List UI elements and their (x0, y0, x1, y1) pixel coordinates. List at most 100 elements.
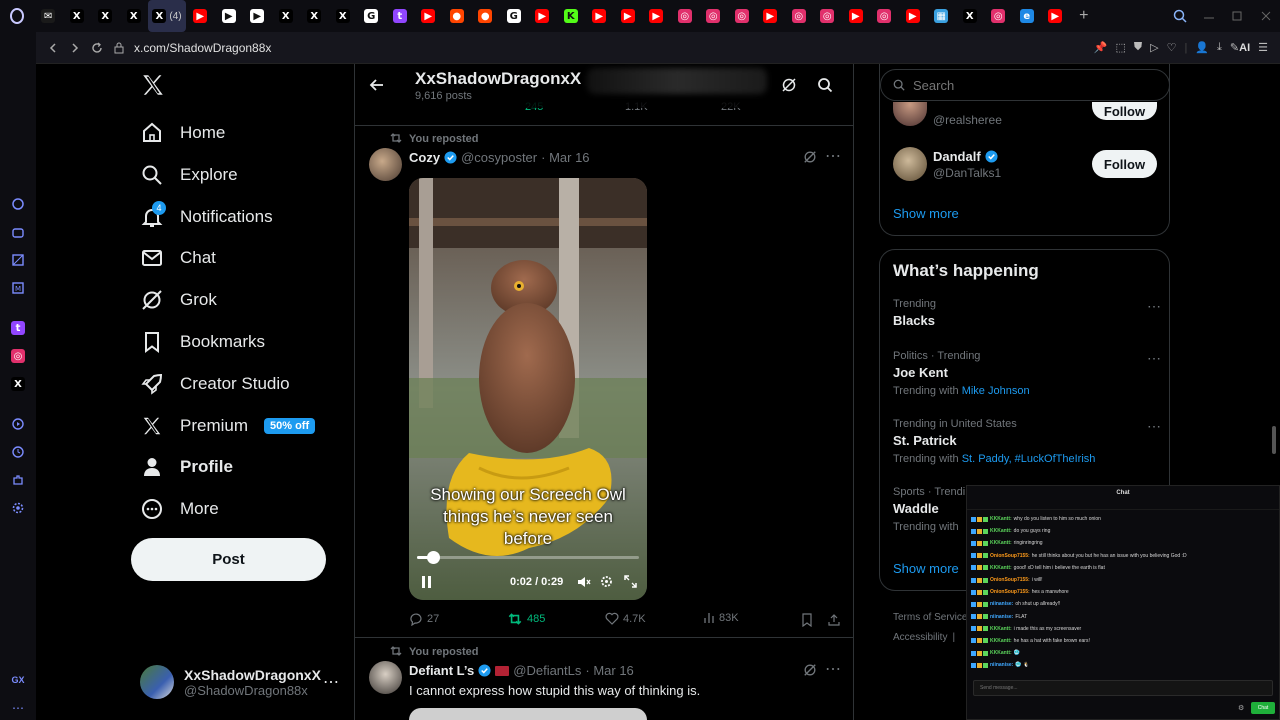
post-button[interactable]: Post (131, 538, 326, 581)
nav-item-explore[interactable]: Explore (140, 155, 238, 195)
trend-item[interactable]: Trending in United States St. Patrick Tren… (893, 418, 1163, 465)
gx-icon[interactable]: GX (0, 666, 36, 694)
browser-tab[interactable]: t (386, 0, 415, 32)
author-name[interactable]: Cozy (409, 150, 440, 165)
new-tab-button[interactable]: + (1070, 0, 1099, 32)
settings-gear-icon[interactable] (600, 575, 613, 588)
chat-username[interactable]: niinanise: (990, 601, 1013, 607)
browser-tab[interactable]: ◎ (699, 0, 728, 32)
notes-icon[interactable] (0, 246, 36, 274)
chat-username[interactable]: KKKantt: (990, 565, 1012, 571)
trend-with-link[interactable]: St. Paddy, #LuckOfTheIrish (962, 453, 1096, 465)
browser-tab[interactable]: ▦ (927, 0, 956, 32)
chat-username[interactable]: KKKantt: (990, 626, 1012, 632)
trend-with-link[interactable]: Mike Johnson (962, 385, 1030, 397)
chat-username[interactable]: KKKantt: (990, 638, 1012, 644)
browser-tab[interactable]: ● (443, 0, 472, 32)
trend-more-icon[interactable]: ⋯ (1147, 350, 1161, 367)
browser-tab[interactable]: ◎ (870, 0, 899, 32)
chat-send-button[interactable]: Chat (1251, 702, 1275, 714)
browser-tab[interactable]: ◎ (671, 0, 700, 32)
x-logo-icon[interactable]: X (0, 370, 36, 398)
back-arrow-icon[interactable] (369, 77, 385, 93)
shield-icon[interactable]: ⛊ (1134, 41, 1142, 54)
url-text[interactable]: x.com/ShadowDragon88x (134, 41, 271, 55)
heart-icon[interactable]: ♡ (1167, 41, 1177, 54)
author-handle[interactable]: @cosyposter (461, 150, 537, 165)
settings-gear-icon[interactable] (0, 494, 36, 522)
nav-item-profile[interactable]: Profile (140, 447, 233, 487)
browser-tab[interactable]: X (329, 0, 358, 32)
video-player[interactable]: Showing our Screech Owl things he’s neve… (409, 178, 647, 600)
forward-arrow-icon[interactable] (64, 42, 86, 53)
account-icon[interactable]: 👤 (1195, 41, 1209, 54)
reply-button[interactable]: 27 (409, 612, 439, 626)
nav-item-grok[interactable]: Grok (140, 280, 217, 320)
browser-tab[interactable]: X (300, 0, 329, 32)
nav-item-chat[interactable]: Chat (140, 238, 216, 278)
accessibility-link[interactable]: Accessibility (893, 628, 947, 648)
tweet-date[interactable]: · Mar 16 (585, 663, 633, 678)
browser-tab[interactable]: ▶ (243, 0, 272, 32)
trend-item[interactable]: Politics · Trending Joe Kent Trending with… (893, 350, 1163, 397)
nav-item-more[interactable]: More (140, 489, 219, 529)
browser-tab[interactable]: ▶ (614, 0, 643, 32)
mute-icon[interactable] (577, 576, 591, 588)
sidebar-more-icon[interactable]: ⋯ (0, 694, 36, 720)
send-icon[interactable]: ▷ (1150, 41, 1158, 54)
ai-icon[interactable]: ✎AI (1230, 41, 1250, 54)
chat-username[interactable]: OnionSoup7155: (990, 553, 1030, 559)
chat-username[interactable]: niinanise: (990, 662, 1013, 668)
tweet[interactable]: You reposted Cozy @cosyposter · Mar 16 ⋯ (355, 126, 853, 638)
browser-tab[interactable]: ✉ (34, 0, 63, 32)
back-arrow-icon[interactable] (42, 42, 64, 53)
media-preview[interactable] (409, 708, 647, 720)
browser-tab[interactable]: ▶ (842, 0, 871, 32)
tweet-date[interactable]: · Mar 16 (541, 150, 589, 165)
tweet[interactable]: You reposted Defiant L’s @DefiantLs · Ma… (355, 639, 853, 720)
author-name[interactable]: Defiant L’s (409, 663, 474, 678)
snapshot-icon[interactable]: ⬚ (1115, 41, 1125, 54)
instagram-icon[interactable]: ◎ (0, 342, 36, 370)
fullscreen-icon[interactable] (624, 575, 637, 588)
nav-item-home[interactable]: Home (140, 113, 225, 153)
browser-tab[interactable]: ▶ (756, 0, 785, 32)
close-window-button[interactable] (1252, 0, 1280, 32)
chat-username[interactable]: KKKantt: (990, 516, 1012, 522)
browser-tab[interactable]: ▶ (642, 0, 671, 32)
download-icon[interactable]: ⤓ (1217, 41, 1222, 54)
tweet-more-icon[interactable]: ⋯ (825, 659, 841, 679)
browser-tab[interactable]: G (357, 0, 386, 32)
browser-tab[interactable]: ▶ (1041, 0, 1070, 32)
chat-input[interactable]: Send message... (973, 680, 1273, 696)
search-box[interactable] (880, 69, 1170, 101)
browser-tab[interactable]: ▶ (899, 0, 928, 32)
browser-tab[interactable]: e (1013, 0, 1042, 32)
browser-tab[interactable]: ● (471, 0, 500, 32)
show-more-link[interactable]: Show more (893, 561, 959, 576)
avatar[interactable] (369, 661, 402, 694)
show-more-link[interactable]: Show more (893, 206, 959, 221)
chat-username[interactable]: OnionSoup7155: (990, 577, 1030, 583)
trend-item[interactable]: Trending Blacks ⋯ (893, 298, 1163, 328)
messenger-icon[interactable]: M (0, 274, 36, 302)
reload-icon[interactable] (86, 42, 108, 54)
history-icon[interactable] (0, 438, 36, 466)
browser-tab[interactable]: X (956, 0, 985, 32)
terms-link[interactable]: Terms of Service (893, 608, 967, 628)
nav-item-creator-studio[interactable]: Creator Studio (140, 364, 290, 404)
tab-search-icon[interactable] (1166, 0, 1195, 32)
views-button[interactable]: 83K (703, 612, 739, 624)
player-icon[interactable] (0, 410, 36, 438)
bookmark-icon[interactable] (801, 613, 813, 627)
trend-more-icon[interactable]: ⋯ (1147, 298, 1161, 315)
browser-tab[interactable]: ▶ (585, 0, 614, 32)
pause-icon[interactable] (421, 575, 433, 589)
browser-tab[interactable]: ◎ (813, 0, 842, 32)
browser-tab[interactable]: ◎ (785, 0, 814, 32)
restore-button[interactable] (1223, 0, 1252, 32)
browser-tab[interactable]: K (557, 0, 586, 32)
browser-tab[interactable]: ◎ (984, 0, 1013, 32)
grok-icon[interactable] (803, 150, 817, 164)
chat-username[interactable]: KKKantt: (990, 540, 1012, 546)
